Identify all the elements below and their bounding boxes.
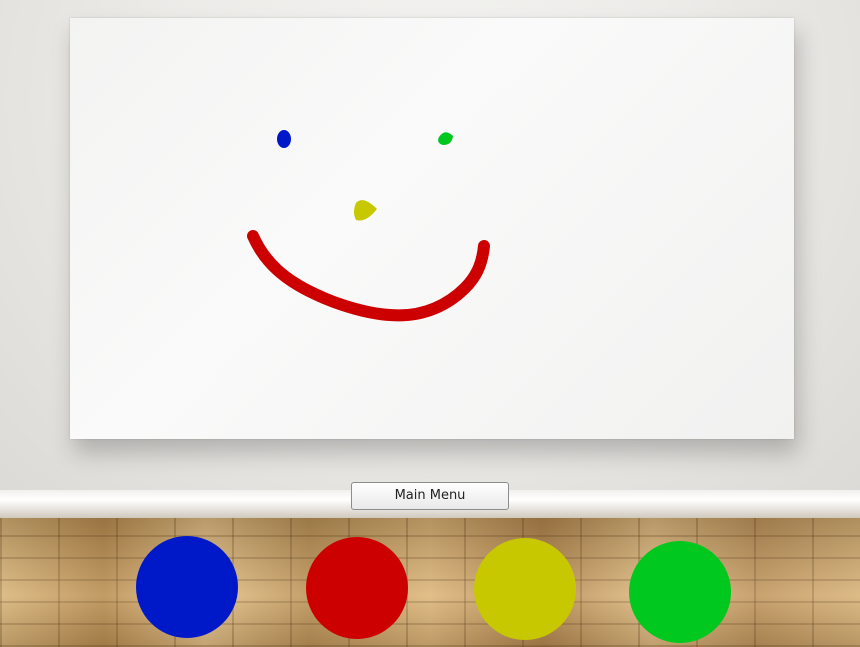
mouth-stroke [247, 230, 490, 322]
nose-stroke [354, 200, 377, 221]
gallery-scene: Main Menu [0, 0, 860, 647]
left-eye-stroke [277, 130, 291, 148]
red-color-button[interactable] [306, 537, 408, 639]
drawing-canvas[interactable] [70, 18, 794, 439]
yellow-color-button[interactable] [474, 538, 576, 640]
drawing-layer [247, 130, 490, 322]
green-color-button[interactable] [629, 541, 731, 643]
main-menu-button[interactable]: Main Menu [351, 482, 509, 510]
right-eye-stroke [438, 132, 453, 145]
floor-shading [0, 518, 860, 647]
blue-color-button[interactable] [136, 536, 238, 638]
